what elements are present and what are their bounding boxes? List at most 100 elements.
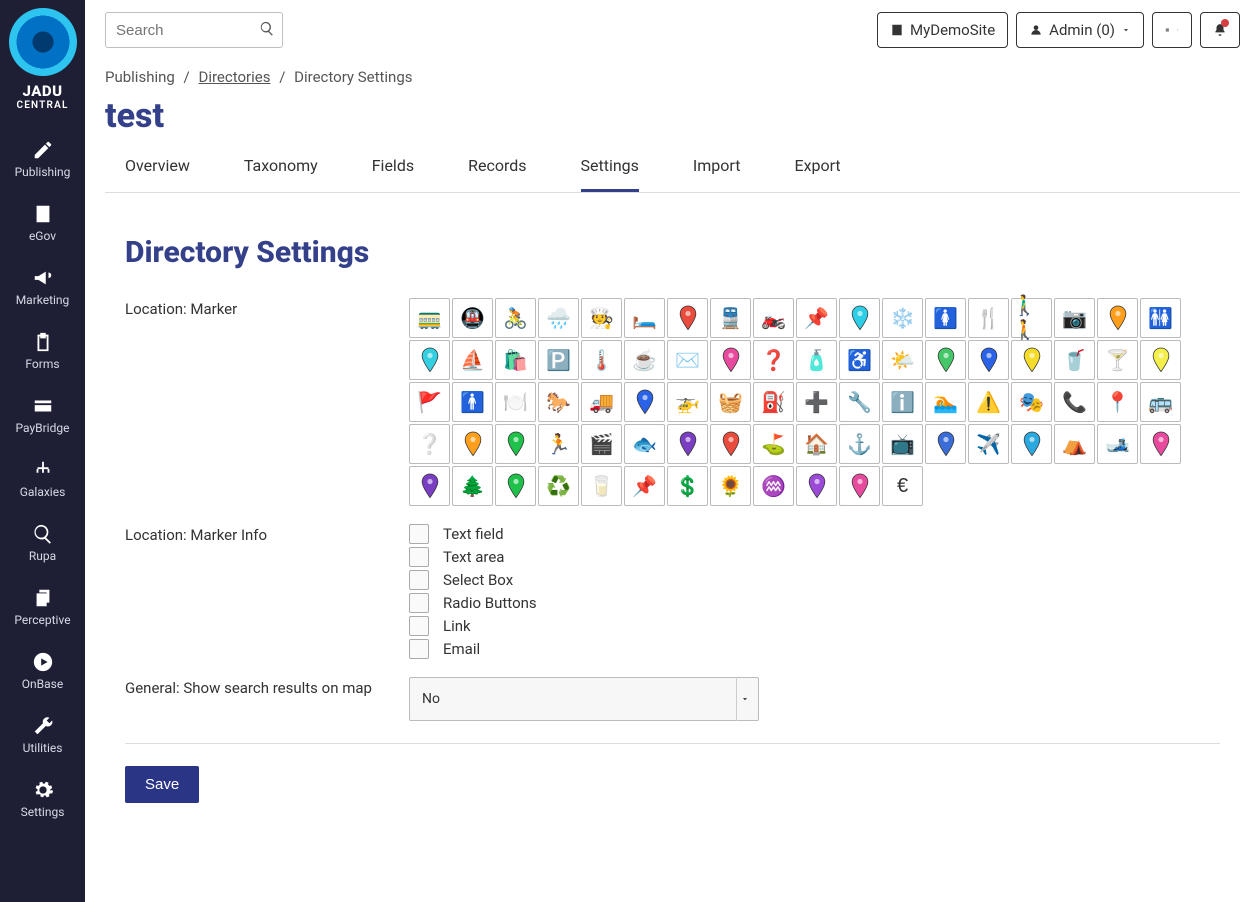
- marker-option[interactable]: ⛳: [753, 424, 794, 464]
- checkbox[interactable]: [409, 547, 429, 567]
- marker-option[interactable]: 🧺: [710, 382, 751, 422]
- marker-option[interactable]: 🥤: [1054, 340, 1095, 380]
- marker-option[interactable]: ✈️: [968, 424, 1009, 464]
- sidebar-item-onbase[interactable]: OnBase: [0, 637, 85, 701]
- checkbox[interactable]: [409, 593, 429, 613]
- sidebar-item-marketing[interactable]: Marketing: [0, 253, 85, 317]
- marker-option[interactable]: 🚌: [1140, 382, 1181, 422]
- checkbox[interactable]: [409, 570, 429, 590]
- tab-taxonomy[interactable]: Taxonomy: [244, 142, 318, 192]
- marker-option[interactable]: 🚺: [925, 298, 966, 338]
- marker-option[interactable]: 🐟: [624, 424, 665, 464]
- marker-info-option[interactable]: Radio Buttons: [409, 593, 1220, 613]
- marker-option[interactable]: ⚓: [839, 424, 880, 464]
- marker-option[interactable]: ⛽: [753, 382, 794, 422]
- sidebar-item-publishing[interactable]: Publishing: [0, 125, 85, 189]
- marker-option[interactable]: ❔: [409, 424, 450, 464]
- search-input[interactable]: [105, 12, 283, 48]
- marker-option[interactable]: ❄️: [882, 298, 923, 338]
- marker-info-option[interactable]: Link: [409, 616, 1220, 636]
- marker-option[interactable]: 🚶‍♂️🚶: [1011, 298, 1052, 338]
- tab-import[interactable]: Import: [693, 142, 741, 192]
- marker-option[interactable]: [796, 466, 837, 506]
- marker-option[interactable]: [409, 466, 450, 506]
- checkbox[interactable]: [409, 524, 429, 544]
- marker-option[interactable]: 🎭: [1011, 382, 1052, 422]
- marker-option[interactable]: [710, 424, 751, 464]
- marker-option[interactable]: 🧴: [796, 340, 837, 380]
- sidebar-item-settings[interactable]: Settings: [0, 765, 85, 829]
- marker-option[interactable]: ♿: [839, 340, 880, 380]
- marker-option[interactable]: 🌤️: [882, 340, 923, 380]
- marker-option[interactable]: 🌡️: [581, 340, 622, 380]
- marker-option[interactable]: 🌧️: [538, 298, 579, 338]
- marker-option[interactable]: ♻️: [538, 466, 579, 506]
- marker-option[interactable]: [452, 424, 493, 464]
- checkbox[interactable]: [409, 639, 429, 659]
- marker-option[interactable]: [495, 466, 536, 506]
- marker-option[interactable]: [968, 340, 1009, 380]
- crumb-directories[interactable]: Directories: [198, 68, 270, 86]
- marker-option[interactable]: [839, 466, 880, 506]
- marker-option[interactable]: ➕: [796, 382, 837, 422]
- marker-info-option[interactable]: Select Box: [409, 570, 1220, 590]
- checkbox[interactable]: [409, 616, 429, 636]
- marker-option[interactable]: 🚚: [581, 382, 622, 422]
- marker-option[interactable]: 🚻: [1140, 298, 1181, 338]
- crumb-publishing[interactable]: Publishing: [105, 68, 175, 86]
- notifications[interactable]: [1200, 12, 1240, 48]
- marker-option[interactable]: [925, 424, 966, 464]
- marker-option[interactable]: 🧑‍🍳: [581, 298, 622, 338]
- marker-option[interactable]: 🅿️: [538, 340, 579, 380]
- sidebar-item-rupa[interactable]: Rupa: [0, 509, 85, 573]
- marker-option[interactable]: 📺: [882, 424, 923, 464]
- marker-info-option[interactable]: Text field: [409, 524, 1220, 544]
- marker-option[interactable]: 🏃: [538, 424, 579, 464]
- search-results-select[interactable]: No: [409, 677, 759, 721]
- marker-option[interactable]: 🏠: [796, 424, 837, 464]
- save-button[interactable]: Save: [125, 766, 199, 803]
- marker-option[interactable]: 🎿: [1097, 424, 1138, 464]
- marker-option[interactable]: 🚃: [409, 298, 450, 338]
- marker-option[interactable]: 🏍️: [753, 298, 794, 338]
- marker-option[interactable]: [1011, 340, 1052, 380]
- storage-menu[interactable]: [1152, 12, 1192, 48]
- marker-option[interactable]: [624, 382, 665, 422]
- marker-option[interactable]: 🚁: [667, 382, 708, 422]
- sidebar-item-utilities[interactable]: Utilities: [0, 701, 85, 765]
- marker-option[interactable]: €: [882, 466, 923, 506]
- tab-overview[interactable]: Overview: [125, 142, 190, 192]
- sidebar-item-forms[interactable]: Forms: [0, 317, 85, 381]
- marker-option[interactable]: 🐎: [538, 382, 579, 422]
- marker-option[interactable]: [409, 340, 450, 380]
- marker-option[interactable]: [667, 424, 708, 464]
- marker-option[interactable]: 🍴: [968, 298, 1009, 338]
- brand-logo[interactable]: JADU CENTRAL: [9, 8, 77, 111]
- marker-option[interactable]: ✉️: [667, 340, 708, 380]
- marker-option[interactable]: 📍: [1097, 382, 1138, 422]
- user-menu[interactable]: Admin (0): [1016, 12, 1144, 48]
- marker-option[interactable]: ℹ️: [882, 382, 923, 422]
- marker-option[interactable]: 📌: [624, 466, 665, 506]
- sidebar-item-egov[interactable]: eGov: [0, 189, 85, 253]
- tab-settings[interactable]: Settings: [581, 142, 639, 192]
- marker-option[interactable]: 🌻: [710, 466, 751, 506]
- marker-option[interactable]: ⚠️: [968, 382, 1009, 422]
- marker-option[interactable]: ☕: [624, 340, 665, 380]
- marker-info-option[interactable]: Text area: [409, 547, 1220, 567]
- marker-option[interactable]: [1140, 340, 1181, 380]
- marker-option[interactable]: 📞: [1054, 382, 1095, 422]
- marker-option[interactable]: 📷: [1054, 298, 1095, 338]
- sidebar-item-perceptive[interactable]: Perceptive: [0, 573, 85, 637]
- marker-option[interactable]: [839, 298, 880, 338]
- marker-option[interactable]: 🏊: [925, 382, 966, 422]
- marker-option[interactable]: [667, 298, 708, 338]
- marker-option[interactable]: 🍽️: [495, 382, 536, 422]
- marker-option[interactable]: ♒: [753, 466, 794, 506]
- tab-export[interactable]: Export: [794, 142, 840, 192]
- marker-option[interactable]: 💲: [667, 466, 708, 506]
- marker-option[interactable]: [710, 340, 751, 380]
- marker-option[interactable]: [925, 340, 966, 380]
- marker-option[interactable]: ⛺: [1054, 424, 1095, 464]
- marker-option[interactable]: 🛍️: [495, 340, 536, 380]
